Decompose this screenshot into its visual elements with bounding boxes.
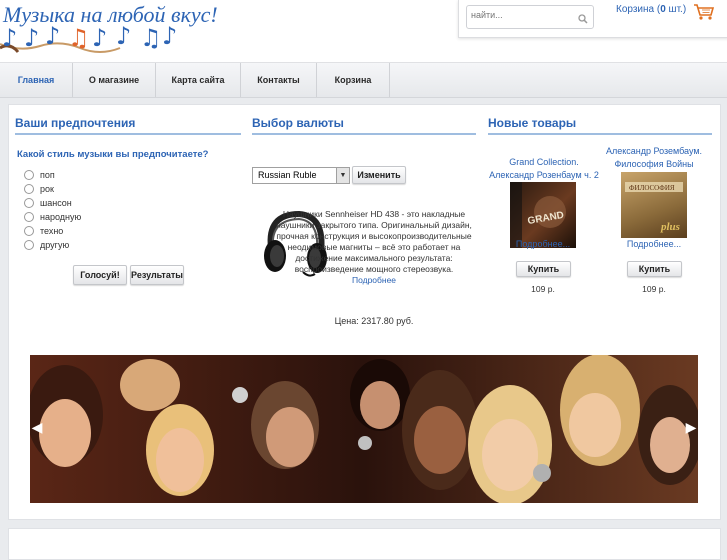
featured-description-text: Наушники Sennheiser HD 438 - это накладн… bbox=[276, 209, 472, 274]
new-products-title: Новые товары bbox=[488, 116, 712, 135]
poll-option-label: поп bbox=[40, 170, 55, 180]
product-title[interactable]: Grand Collection. Александр Розенбаум ч.… bbox=[484, 156, 604, 182]
cart-suffix: шт.) bbox=[665, 4, 687, 15]
cover-text: ФИЛОСОФИЯ bbox=[629, 184, 675, 192]
product-title-line: Философия Войны bbox=[614, 159, 694, 169]
search-box[interactable] bbox=[466, 5, 594, 29]
slider-prev-arrow-icon[interactable]: ◀ bbox=[30, 417, 44, 437]
product-title[interactable]: Александр Розембаум. Философия Войны bbox=[594, 145, 714, 171]
nav-item-contacts[interactable]: Контакты bbox=[241, 63, 317, 97]
poll-option[interactable]: техно bbox=[24, 226, 63, 236]
poll-title: Ваши предпочтения bbox=[15, 116, 241, 135]
search-input[interactable] bbox=[471, 10, 571, 20]
slider-image bbox=[30, 355, 698, 503]
poll-option[interactable]: поп bbox=[24, 170, 55, 180]
footer-panel bbox=[8, 528, 721, 560]
nav-item-sitemap[interactable]: Карта сайта bbox=[156, 63, 241, 97]
radio-button[interactable] bbox=[24, 170, 34, 180]
note-icon: ♫ bbox=[140, 24, 162, 52]
note-icon: ♪ bbox=[45, 22, 61, 50]
currency-select[interactable]: Russian Ruble ▼ bbox=[252, 167, 350, 184]
poll-question: Какой стиль музыки вы предпочитаете? bbox=[17, 149, 209, 160]
poll-option[interactable]: шансон bbox=[24, 198, 72, 208]
main-nav: Главная О магазине Карта сайта Контакты … bbox=[0, 62, 727, 98]
radio-button[interactable] bbox=[24, 240, 34, 250]
buy-button[interactable]: Купить bbox=[516, 261, 571, 277]
currency-selected: Russian Ruble bbox=[258, 170, 317, 180]
cart-label: Корзина ( bbox=[616, 4, 661, 15]
featured-more-link[interactable]: Подробнее bbox=[352, 275, 396, 285]
nav-item-about[interactable]: О магазине bbox=[73, 63, 156, 97]
poll-option-label: другую bbox=[40, 240, 70, 250]
poll-option[interactable]: народную bbox=[24, 212, 81, 222]
product-title-line: Александр Розенбаум ч. 2 bbox=[489, 170, 599, 180]
currency-title: Выбор валюты bbox=[252, 116, 476, 135]
product-more-link[interactable]: Подробнее... bbox=[614, 239, 694, 249]
poll-option-label: народную bbox=[40, 212, 82, 222]
nav-item-cart[interactable]: Корзина bbox=[317, 63, 390, 97]
main-content: Ваши предпочтения Какой стиль музыки вы … bbox=[8, 104, 721, 520]
note-icon: ♫ bbox=[68, 24, 90, 52]
slider-next-arrow-icon[interactable]: ▶ bbox=[684, 417, 698, 437]
note-icon: ♪ bbox=[24, 24, 40, 52]
music-notes-decoration: ♪ ♪ ♪ ♫ ♪ ♪ ♫ ♪ bbox=[0, 22, 200, 62]
poll-option-label: техно bbox=[40, 226, 64, 236]
image-slider[interactable]: ◀ ▶ bbox=[30, 355, 698, 503]
cover-badge-text: plus bbox=[660, 221, 680, 233]
product-price: 109 р. bbox=[531, 284, 555, 294]
radio-button[interactable] bbox=[24, 226, 34, 236]
poll-option-label: шансон bbox=[40, 198, 72, 208]
chevron-down-icon[interactable]: ▼ bbox=[336, 168, 349, 183]
change-currency-button[interactable]: Изменить bbox=[352, 166, 406, 184]
note-icon: ♪ bbox=[162, 22, 178, 50]
radio-button[interactable] bbox=[24, 198, 34, 208]
poll-option[interactable]: другую bbox=[24, 240, 69, 250]
album-cover-image[interactable]: ФИЛОСОФИЯ plus bbox=[621, 172, 687, 238]
poll-option[interactable]: рок bbox=[24, 184, 54, 194]
nav-item-home[interactable]: Главная bbox=[0, 63, 73, 97]
featured-product-description: Наушники Sennheiser HD 438 - это накладн… bbox=[265, 209, 483, 286]
shopping-cart-icon[interactable] bbox=[693, 3, 715, 26]
note-icon: ♪ bbox=[2, 24, 18, 52]
product-title-line: Александр Розембаум. bbox=[605, 146, 703, 156]
results-button[interactable]: Результаты bbox=[130, 265, 184, 285]
radio-button[interactable] bbox=[24, 212, 34, 222]
product-price: 109 р. bbox=[642, 284, 666, 294]
vote-button[interactable]: Голосуй! bbox=[73, 265, 127, 285]
product-title-line: Grand Collection. bbox=[509, 157, 579, 167]
buy-button[interactable]: Купить bbox=[627, 261, 682, 277]
featured-price: Цена: 2317.80 руб. bbox=[334, 316, 414, 326]
note-icon: ♪ bbox=[116, 22, 132, 50]
poll-option-label: рок bbox=[40, 184, 54, 194]
radio-button[interactable] bbox=[24, 184, 34, 194]
product-more-link[interactable]: Подробнее... bbox=[503, 239, 583, 249]
search-icon[interactable] bbox=[578, 11, 588, 29]
cart-link[interactable]: Корзина (0 шт.) bbox=[616, 4, 686, 15]
note-icon: ♪ bbox=[92, 24, 108, 52]
